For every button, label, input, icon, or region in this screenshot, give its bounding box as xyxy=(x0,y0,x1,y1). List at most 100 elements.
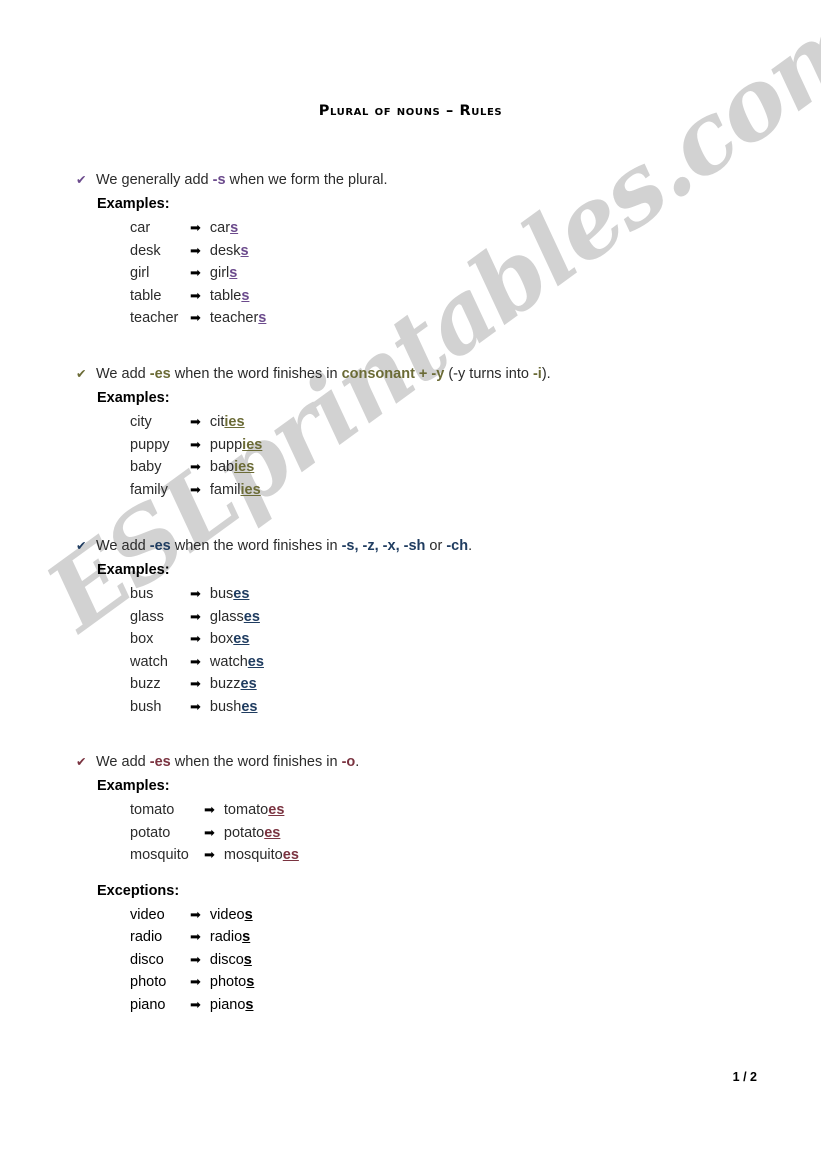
exception-row: photo ➡ photos xyxy=(130,971,776,994)
plural-ending: es xyxy=(233,586,250,602)
plural-word: puppies xyxy=(210,435,262,457)
example-row: buzz ➡ buzzes xyxy=(130,673,776,696)
singular-word: video xyxy=(130,906,165,923)
singular-word: box xyxy=(130,631,154,647)
plural-ending: ies xyxy=(234,459,255,475)
arrow-icon: ➡ xyxy=(190,459,201,474)
arrow-icon: ➡ xyxy=(190,586,201,601)
singular-word: baby xyxy=(130,459,162,475)
plural-stem: disco xyxy=(209,951,244,968)
arrow-icon: ➡ xyxy=(190,481,201,497)
plural-word: teachers xyxy=(210,308,266,330)
examples-label: Examples: xyxy=(97,778,170,794)
plural-word: discos xyxy=(210,950,252,972)
rule-block-2: ✔ We add -es when the word finishes in co… xyxy=(76,364,776,501)
example-row: city ➡ cities xyxy=(130,411,776,434)
arrow-icon: ➡ xyxy=(204,824,215,840)
plural-stem: desk xyxy=(209,242,241,259)
arrow-icon: ➡ xyxy=(190,220,201,235)
example-row: girl ➡ girls xyxy=(130,262,776,285)
rule-statement-2: ✔ We add -es when the word finishes in co… xyxy=(76,364,776,384)
plural-ending: ies xyxy=(242,436,263,453)
arrow-icon: ➡ xyxy=(190,974,201,989)
worksheet-page: ESLprintables.com Plural of nouns – Rule… xyxy=(0,0,821,1169)
singular-word: table xyxy=(130,287,162,304)
plural-word: boxes xyxy=(210,629,250,651)
arrow-icon: ➡ xyxy=(190,929,201,944)
check-icon: ✔ xyxy=(76,173,87,187)
rule-ending-highlight: -s xyxy=(212,172,226,188)
singular-word: puppy xyxy=(130,436,170,453)
example-row: table ➡ tables xyxy=(130,285,776,308)
plural-stem: radio xyxy=(209,929,243,945)
rule-text-mid: when the word finishes in xyxy=(170,366,342,382)
plural-ending: s xyxy=(240,242,249,259)
plural-ending: es xyxy=(243,608,260,625)
plural-ending: s xyxy=(258,310,267,326)
plural-ending: s xyxy=(242,929,251,945)
arrow-icon: ➡ xyxy=(190,631,201,646)
arrow-icon: ➡ xyxy=(190,265,201,280)
rule-text-post: . xyxy=(355,754,360,770)
plural-stem: teacher xyxy=(209,310,259,326)
plural-word: glasses xyxy=(210,607,260,629)
singular-word: car xyxy=(130,220,151,236)
example-row: tomato ➡ tomatoes xyxy=(130,799,776,822)
rule-text-mid: when the word finishes in xyxy=(170,754,342,770)
plural-stem: bab xyxy=(209,459,235,475)
singular-word: mosquito xyxy=(130,847,189,863)
arrow-icon: ➡ xyxy=(190,414,201,429)
example-row: watch ➡ watches xyxy=(130,651,776,674)
plural-stem: tomato xyxy=(223,802,269,818)
plural-word: potatoes xyxy=(224,823,280,845)
rule-text-mid: when the word finishes in xyxy=(170,538,342,554)
example-row: puppy ➡ puppies xyxy=(130,434,776,457)
examples-list-4: tomato ➡ tomatoes potato ➡ potatoes mosq… xyxy=(130,799,776,867)
plural-stem: mosquito xyxy=(223,847,283,863)
rule-text-or: or xyxy=(425,538,447,554)
rule-text-post: when we form the plural. xyxy=(225,172,388,188)
example-row: glass ➡ glasses xyxy=(130,606,776,629)
example-row: car ➡ cars xyxy=(130,217,776,240)
plural-word: photos xyxy=(210,972,254,994)
example-row: teacher ➡ teachers xyxy=(130,307,776,330)
plural-stem: video xyxy=(209,906,245,923)
plural-stem: pupp xyxy=(209,436,243,453)
examples-list-3: bus ➡ buses glass ➡ glasses box ➡ boxes … xyxy=(130,583,776,718)
plural-ending: s xyxy=(243,951,252,968)
examples-label: Examples: xyxy=(97,562,170,578)
plural-word: pianos xyxy=(210,995,254,1017)
rule-ending-highlight: -es xyxy=(149,538,171,554)
plural-ending: s xyxy=(229,265,238,281)
plural-stem: bus xyxy=(209,586,234,602)
examples-label: Examples: xyxy=(97,390,170,406)
plural-ending: es xyxy=(268,802,285,818)
plural-ending: es xyxy=(264,824,281,841)
plural-word: videos xyxy=(210,905,253,927)
plural-stem: table xyxy=(209,287,242,304)
exception-row: disco ➡ discos xyxy=(130,949,776,972)
rule-text-pre: We add xyxy=(96,538,150,554)
plural-word: buses xyxy=(210,584,250,606)
rule-ending-highlight: -es xyxy=(149,754,171,770)
arrow-icon: ➡ xyxy=(190,676,201,691)
plural-word: tomatoes xyxy=(224,800,284,822)
plural-stem: cit xyxy=(209,414,225,430)
examples-list-2: city ➡ cities puppy ➡ puppies baby ➡ bab… xyxy=(130,411,776,501)
plural-stem: piano xyxy=(209,996,246,1013)
rule-text-mid2: (-y turns into xyxy=(444,366,533,382)
rule-last-ending: -o xyxy=(341,754,356,770)
check-icon: ✔ xyxy=(76,539,87,553)
plural-word: babies xyxy=(210,457,254,479)
rule-last-ending: -ch xyxy=(446,538,469,554)
plural-ending: s xyxy=(245,996,254,1013)
plural-stem: bush xyxy=(209,698,242,715)
rule-text-pre: We generally add xyxy=(96,172,213,188)
plural-word: mosquitoes xyxy=(224,845,299,867)
plural-word: buzzes xyxy=(210,674,257,696)
arrow-icon: ➡ xyxy=(190,951,201,967)
plural-ending: es xyxy=(241,698,258,715)
arrow-icon: ➡ xyxy=(190,698,201,714)
plural-stem: box xyxy=(209,631,234,647)
rule-block-3: ✔ We add -es when the word finishes in -s… xyxy=(76,536,776,718)
